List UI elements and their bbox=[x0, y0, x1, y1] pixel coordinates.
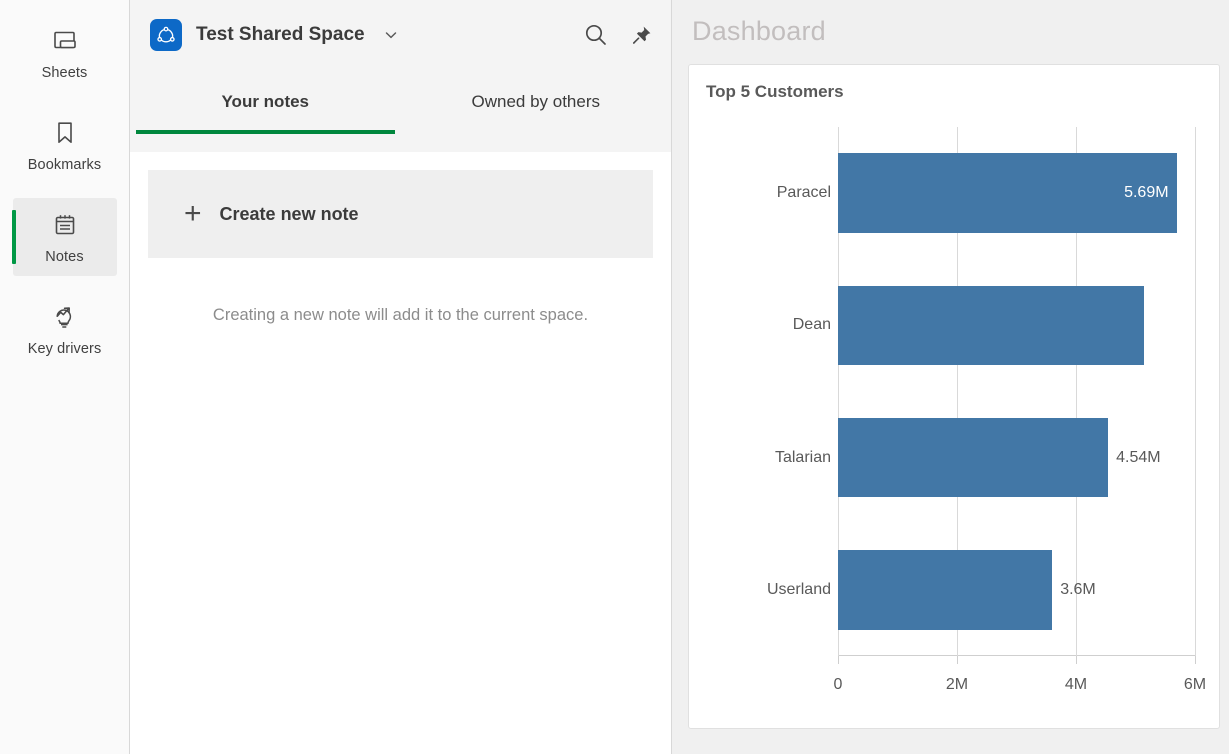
sidebar-item-key-drivers[interactable]: Key drivers bbox=[13, 290, 117, 368]
tab-owned-by-others[interactable]: Owned by others bbox=[401, 70, 672, 134]
notes-panel: Test Shared Space Your notes Owned by ot… bbox=[130, 0, 672, 754]
x-tick-label: 4M bbox=[1064, 676, 1088, 693]
x-tick bbox=[1195, 656, 1196, 664]
pin-icon[interactable] bbox=[631, 24, 653, 46]
page-title: Dashboard bbox=[692, 16, 826, 46]
notes-icon bbox=[52, 210, 78, 240]
bar-row[interactable]: Talarian 4.54M bbox=[775, 417, 1195, 498]
bar-value-label: 4.54M bbox=[1116, 448, 1161, 466]
sheets-icon bbox=[52, 26, 78, 56]
x-tick-label: 6M bbox=[1183, 676, 1207, 693]
sidebar-item-bookmarks[interactable]: Bookmarks bbox=[13, 106, 117, 184]
sidebar-item-label: Sheets bbox=[41, 64, 88, 81]
bar[interactable] bbox=[838, 285, 1145, 366]
key-drivers-icon bbox=[51, 302, 79, 332]
notes-panel-header: Test Shared Space Your notes Owned by ot… bbox=[130, 0, 671, 152]
left-icon-rail: Sheets Bookmarks Notes Key drivers bbox=[0, 0, 130, 754]
x-gridline bbox=[1195, 127, 1196, 656]
sidebar-item-label: Bookmarks bbox=[27, 156, 102, 173]
x-tick bbox=[1076, 656, 1077, 664]
chart-title: Top 5 Customers bbox=[706, 82, 844, 101]
x-axis-line bbox=[838, 655, 1195, 656]
bar-category-label: Paracel bbox=[776, 184, 831, 202]
sidebar-item-notes[interactable]: Notes bbox=[11, 198, 117, 276]
x-tick bbox=[957, 656, 958, 664]
x-tick-label: 0 bbox=[833, 676, 843, 693]
bookmark-icon bbox=[52, 118, 78, 148]
sidebar-item-label: Notes bbox=[45, 248, 84, 265]
bar-row[interactable]: Paracel 5.69M bbox=[777, 153, 1195, 233]
tab-your-notes[interactable]: Your notes bbox=[130, 70, 401, 134]
dashboard-area: Dashboard Top 5 Customers 0 2M 4M 6M Paracel… bbox=[672, 0, 1229, 754]
bar-value-label: 3.6M bbox=[1060, 580, 1096, 598]
notes-empty-hint: Creating a new note will add it to the c… bbox=[212, 306, 589, 324]
bar-value-label: 5.69M bbox=[1124, 184, 1169, 202]
x-tick-label: 2M bbox=[945, 676, 969, 693]
chart-plot-area: 0 2M 4M 6M Paracel 5.69M Dean Talarian 4.54M User… bbox=[689, 115, 1219, 728]
notes-tabs: Your notes Owned by others bbox=[130, 70, 671, 134]
chart-plot-inner: 0 2M 4M 6M Paracel 5.69M Dean Talarian 4.54M User… bbox=[767, 127, 1206, 693]
bar-row[interactable]: Userland 3.6M bbox=[767, 550, 1195, 630]
plus-icon: + bbox=[184, 197, 202, 230]
chart-card[interactable]: Top 5 Customers 0 2M 4M 6M Paracel 5.69M Dean T… bbox=[688, 64, 1220, 729]
tab-label: Owned by others bbox=[471, 92, 600, 111]
bar-category-label: Dean bbox=[792, 316, 831, 334]
bar-row[interactable]: Dean bbox=[793, 285, 1195, 366]
tab-label: Your notes bbox=[221, 92, 310, 111]
search-icon[interactable] bbox=[583, 22, 609, 48]
chevron-down-icon[interactable] bbox=[383, 27, 399, 43]
bar[interactable]: 5.69M bbox=[838, 153, 1177, 233]
bar-category-label: Userland bbox=[766, 580, 831, 598]
space-selector-row: Test Shared Space bbox=[130, 0, 671, 70]
x-tick bbox=[838, 656, 839, 664]
bar[interactable] bbox=[838, 417, 1109, 498]
app-root: Sheets Bookmarks Notes Key drivers Test … bbox=[0, 0, 1229, 754]
sidebar-item-label: Key drivers bbox=[27, 340, 102, 357]
bar[interactable] bbox=[838, 550, 1053, 630]
shared-space-icon bbox=[150, 19, 182, 51]
space-name: Test Shared Space bbox=[196, 24, 365, 45]
create-new-note-label: Create new note bbox=[219, 203, 359, 224]
bar-category-label: Talarian bbox=[774, 448, 831, 466]
create-new-note-button[interactable]: + Create new note bbox=[148, 170, 653, 258]
sidebar-item-sheets[interactable]: Sheets bbox=[13, 14, 117, 92]
